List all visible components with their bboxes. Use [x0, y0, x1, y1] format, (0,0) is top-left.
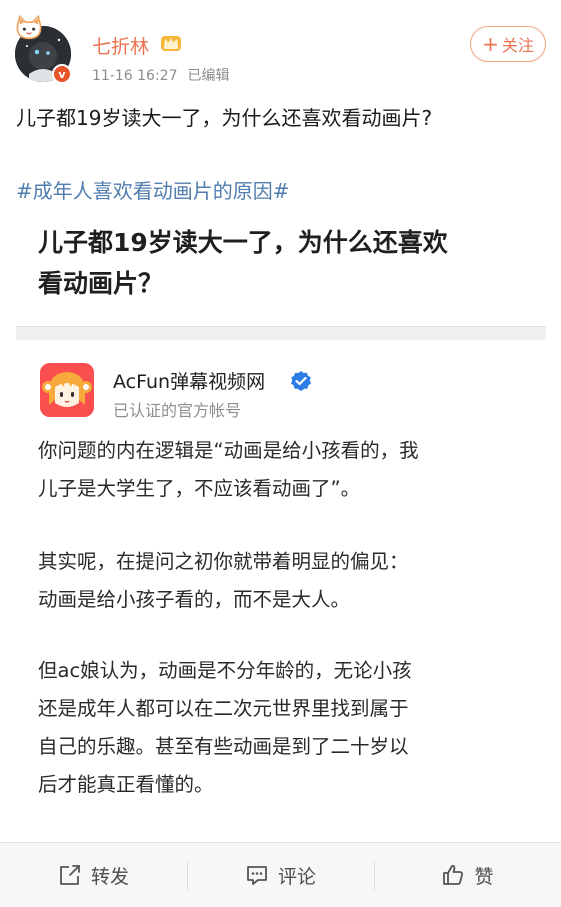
answerer-subtitle: 已认证的官方帐号 — [113, 401, 242, 420]
repost-button[interactable]: 转发 — [0, 843, 187, 907]
answer-paragraph: 但ac娘认为，动画是不分年龄的，无论小孩 还是成年人都可以在二次元世界里找到属于… — [38, 652, 528, 804]
acfun-logo — [40, 363, 94, 417]
repost-label: 转发 — [90, 865, 129, 888]
thumbs-up-icon — [443, 865, 464, 885]
answer-line: 你问题的内在逻辑是“动画是给小孩看的，我 — [38, 439, 419, 462]
like-button[interactable]: 赞 — [374, 843, 561, 907]
question-title-line: 儿子都19岁读大一了，为什么还喜欢 — [38, 228, 448, 257]
hashtag-link[interactable]: #成年人喜欢看动画片的原因# — [16, 175, 290, 204]
author-name[interactable]: 七折林 — [92, 32, 149, 59]
follow-button[interactable]: + 关注 — [470, 26, 546, 62]
post-text: 儿子都19岁读大一了，为什么还喜欢看动画片? — [16, 106, 433, 130]
question-title: 儿子都19岁读大一了，为什么还喜欢 看动画片？ — [38, 222, 518, 304]
comment-icon — [247, 866, 267, 885]
answer-paragraph: 其实呢，在提问之初你就带着明显的偏见： 动画是给小孩子看的，而不是大人。 — [38, 543, 528, 619]
plus-icon: + — [482, 32, 499, 56]
answer-line: 自己的乐趣。甚至有些动画是到了二十岁以 — [38, 735, 409, 758]
answer-line: 其实呢，在提问之初你就带着明显的偏见： — [38, 550, 409, 573]
comment-label: 评论 — [277, 865, 316, 888]
answer-line: 但ac娘认为，动画是不分年龄的，无论小孩 — [38, 659, 412, 682]
answer-line: 儿子是大学生了，不应该看动画了”。 — [38, 477, 361, 500]
post-header: v 七折林 11-16 16:27 已编辑 + 关注 — [0, 0, 561, 96]
comment-button[interactable]: 评论 — [187, 843, 374, 907]
crown-icon[interactable] — [160, 33, 182, 53]
like-label: 赞 — [474, 865, 494, 888]
action-bar: 转发 评论 赞 — [0, 842, 561, 907]
repost-icon — [60, 865, 80, 885]
divider-line — [16, 326, 546, 327]
answerer-name: AcFun弹幕视频网 — [113, 371, 266, 393]
answer-line: 还是成年人都可以在二次元世界里找到属于 — [38, 697, 409, 720]
embedded-answer-image[interactable]: 儿子都19岁读大一了，为什么还喜欢 看动画片？ AcFun弹幕视频网 已认证的官… — [16, 210, 546, 842]
verified-v-badge: v — [52, 64, 72, 84]
answer-line: 后才能真正看懂的。 — [38, 773, 214, 796]
edited-label: 已编辑 — [187, 68, 230, 84]
follow-label: 关注 — [501, 36, 534, 55]
answer-line: 动画是给小孩子看的，而不是大人。 — [38, 588, 351, 611]
answer-paragraph: 你问题的内在逻辑是“动画是给小孩看的，我 儿子是大学生了，不应该看动画了”。 — [38, 432, 528, 508]
question-title-line: 看动画片？ — [38, 269, 164, 298]
post-time: 11-16 16:27 — [92, 68, 178, 84]
section-divider — [16, 326, 546, 340]
verified-check-icon — [291, 371, 311, 391]
cat-sticker-icon — [16, 14, 42, 40]
post-meta: 11-16 16:27 已编辑 — [92, 65, 229, 85]
